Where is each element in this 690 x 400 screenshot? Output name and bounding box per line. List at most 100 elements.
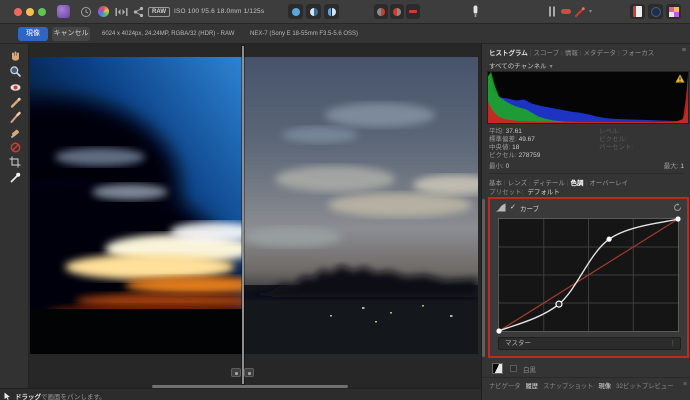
curve-node-1[interactable]	[556, 301, 562, 307]
zoom-tool[interactable]	[7, 64, 23, 78]
status-bar: ドラッグで画面をパンします。	[0, 388, 481, 400]
history-clock-icon[interactable]	[78, 4, 93, 19]
tab-history[interactable]: 履歴	[525, 383, 538, 390]
panel-tab-row: ヒストグラム|スコープ|情報|メタデータ|フォーカス	[489, 47, 654, 57]
curves-header: ✓ カーブ	[490, 200, 687, 215]
cursor-icon	[4, 392, 11, 400]
tab-navigator[interactable]: ナビゲータ	[489, 383, 520, 390]
split-divider[interactable]	[242, 46, 244, 384]
swatches-panel-button[interactable]	[666, 4, 681, 19]
clipped-highlights-button[interactable]	[374, 4, 388, 19]
curves-section: ✓ カーブ マスター ⋮	[488, 197, 689, 358]
assistant-caret-icon[interactable]: ▾	[589, 8, 592, 15]
tab-separator: |	[561, 50, 563, 57]
raw-badge: RAW	[148, 7, 170, 17]
stock-panel-button[interactable]	[630, 4, 645, 19]
bw-enable-checkbox[interactable]	[510, 365, 517, 372]
photo-after	[242, 57, 478, 354]
overlay-erase-tool[interactable]	[7, 125, 23, 139]
app-icon	[56, 4, 71, 19]
tab-tones[interactable]: 色調	[571, 180, 584, 187]
tab-separator: |	[567, 180, 569, 187]
curve-channel-select[interactable]: マスター ⋮	[498, 337, 681, 350]
overlay-paint-tool[interactable]	[7, 110, 23, 124]
capsule-icon[interactable]	[559, 4, 573, 19]
preset-row[interactable]: プリセット:デフォルト	[489, 186, 560, 196]
curves-enable-checkbox[interactable]: ✓	[510, 203, 516, 211]
curves-icon	[495, 203, 506, 212]
right-panel: ヒストグラム|スコープ|情報|メタデータ|フォーカス ≡ すべてのチャンネル▾ …	[481, 44, 690, 400]
develop-tab-row: 基本|レンズ|ディテール|色調|オーバーレイ	[489, 173, 684, 187]
bw-icon	[492, 363, 503, 374]
clipped-shadows-button[interactable]	[390, 4, 404, 19]
clipped-tones-button[interactable]	[406, 4, 420, 19]
tab-separator: |	[586, 180, 588, 187]
panel-menu-icon[interactable]: ≡	[683, 381, 687, 388]
titlebar: RAW ISO 100 f/5.6 18.0mm 1/125s	[0, 0, 690, 24]
assistant-pen-icon[interactable]	[573, 4, 587, 19]
channel-selector[interactable]: すべてのチャンネル▾	[489, 60, 553, 70]
blemish-removal-tool[interactable]	[7, 95, 23, 109]
close-button[interactable]	[14, 8, 22, 16]
curve-node-2[interactable]	[606, 237, 611, 242]
histogram-range: 最小: 0 最大: 1	[489, 160, 684, 170]
minimize-button[interactable]	[26, 8, 34, 16]
photo-split-view[interactable]	[30, 57, 478, 354]
camera-info-text: NEX-7 (Sony E 18-55mm F3.5-5.6 OSS)	[250, 31, 358, 37]
lamp-icon[interactable]	[468, 4, 483, 19]
bw-section-header[interactable]: 白黒	[488, 362, 685, 376]
tab-focus[interactable]: フォーカス	[622, 50, 655, 57]
color-wheel-icon[interactable]	[96, 4, 111, 19]
divider-handle-left[interactable]	[231, 368, 241, 377]
reset-icon[interactable]	[673, 203, 682, 212]
affinity-develop-window: RAW ISO 100 f/5.6 18.0mm 1/125s	[0, 0, 690, 400]
image-dimensions-text: 6024 x 4024px, 24.24MP, RGBA/32 (HDR) - …	[102, 31, 234, 37]
exif-readout: ISO 100 f/5.6 18.0mm 1/125s	[174, 8, 264, 15]
curve-chart[interactable]	[498, 218, 679, 332]
divider-handle-right[interactable]	[244, 368, 254, 377]
single-view-button[interactable]	[288, 4, 303, 19]
split-view-button[interactable]	[306, 4, 321, 19]
tab-info[interactable]: 情報	[565, 50, 578, 57]
tab-separator: |	[530, 50, 532, 57]
curve-node-0[interactable]	[496, 328, 501, 333]
tab-metadata[interactable]: メタデータ	[584, 50, 617, 57]
tab-separator: |	[618, 50, 620, 57]
histogram-chart	[487, 71, 689, 124]
tab-scope[interactable]: スコープ	[534, 50, 560, 57]
status-hint: ドラッグで画面をパンします。	[15, 391, 106, 400]
curves-title: カーブ	[520, 203, 539, 213]
tab-separator: |	[580, 50, 582, 57]
panel-menu-icon[interactable]: ≡	[682, 47, 686, 54]
split-compare-icon[interactable]	[114, 4, 129, 19]
overlay-gradient-tool[interactable]	[7, 140, 23, 154]
crop-tool[interactable]	[7, 155, 23, 169]
tab-overlays[interactable]: オーバーレイ	[589, 180, 628, 187]
develop-commit-button[interactable]: 現像	[18, 27, 48, 41]
histogram-stats-secondary: レベル: ピクセル: パーセント:	[599, 128, 633, 152]
cancel-button[interactable]: キャンセル	[52, 27, 90, 41]
columns-icon[interactable]	[546, 4, 558, 19]
share-icon[interactable]	[131, 4, 146, 19]
mirror-view-button[interactable]	[324, 4, 339, 19]
bw-title: 白黒	[523, 364, 536, 374]
kebab-icon: ⋮	[670, 338, 677, 349]
develop-toolbar: 現像 キャンセル 6024 x 4024px, 24.24MP, RGBA/32…	[0, 24, 690, 44]
clipping-warning-icon[interactable]	[675, 74, 685, 83]
zoom-button[interactable]	[38, 8, 46, 16]
panel-scrollbar[interactable]	[482, 199, 485, 357]
view-tool[interactable]	[7, 48, 23, 62]
document-canvas[interactable]	[29, 44, 481, 388]
contrast-panel-button[interactable]	[648, 4, 663, 19]
tab-32bit-preview[interactable]: 32ビットプレビュー	[616, 383, 673, 390]
tab-develop[interactable]: 現像	[598, 383, 611, 390]
histogram-stats: 平均: 37.61 標準偏差: 49.67 中央値: 18 ピクセル: 2787…	[489, 128, 540, 160]
tab-histogram[interactable]: ヒストグラム	[489, 50, 528, 57]
chevron-down-icon: ▾	[550, 64, 553, 70]
tool-strip	[0, 44, 29, 388]
white-balance-tool[interactable]	[7, 170, 23, 184]
bottom-panel-tabs: ナビゲータ履歴スナップショット現像 32ビットプレビュー ≡	[482, 377, 690, 391]
tab-snapshots[interactable]: スナップショット	[543, 383, 593, 390]
red-eye-tool[interactable]	[7, 80, 23, 94]
curve-node-3[interactable]	[675, 216, 680, 221]
